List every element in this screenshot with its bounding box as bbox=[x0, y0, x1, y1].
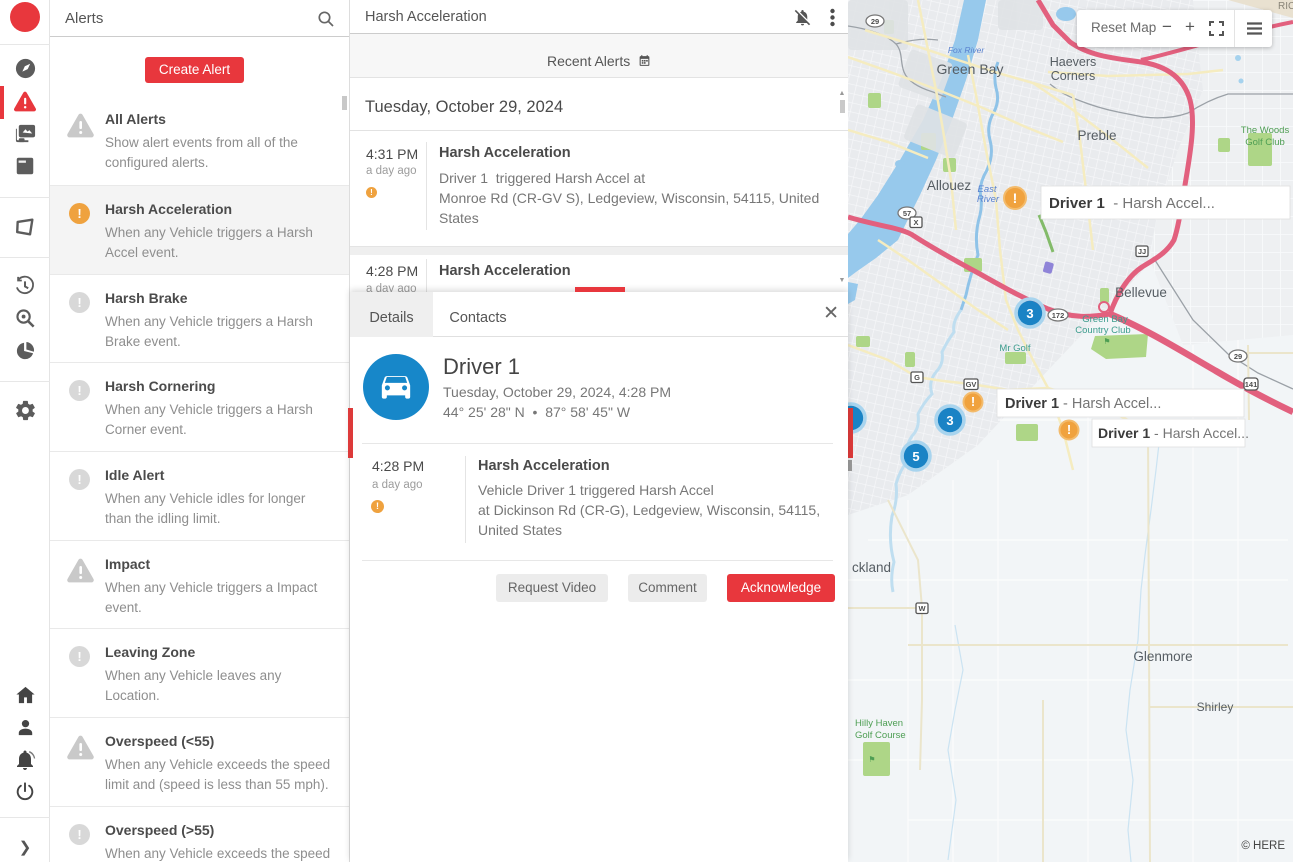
svg-text:Driver 1 - Harsh Accel...: Driver 1 - Harsh Accel... bbox=[1005, 396, 1161, 412]
svg-text:© HERE: © HERE bbox=[1241, 840, 1285, 852]
svg-text:ckland: ckland bbox=[852, 560, 891, 575]
svg-text:River: River bbox=[977, 194, 1000, 205]
svg-text:Preble: Preble bbox=[1077, 128, 1116, 143]
svg-text:57: 57 bbox=[903, 209, 911, 218]
svg-text:!: ! bbox=[1067, 422, 1071, 437]
svg-text:Bellevue: Bellevue bbox=[1115, 285, 1167, 300]
svg-text:⚑: ⚑ bbox=[1103, 337, 1110, 346]
svg-text:Allouez: Allouez bbox=[927, 178, 972, 193]
svg-text:The Woods: The Woods bbox=[1241, 125, 1290, 136]
svg-text:Fox River: Fox River bbox=[948, 45, 986, 55]
svg-text:!: ! bbox=[1013, 190, 1018, 206]
svg-text:Driver 1 - Harsh Accel...: Driver 1 - Harsh Accel... bbox=[1098, 425, 1249, 441]
svg-text:Corners: Corners bbox=[1051, 69, 1095, 83]
svg-text:Country Club: Country Club bbox=[1075, 325, 1130, 336]
svg-text:Shirley: Shirley bbox=[1197, 700, 1234, 714]
svg-text:!: ! bbox=[971, 394, 975, 409]
svg-text:Mr Golf: Mr Golf bbox=[999, 343, 1031, 354]
svg-text:JJ: JJ bbox=[1138, 247, 1146, 256]
svg-text:141: 141 bbox=[1245, 380, 1258, 389]
svg-text:Green Bay: Green Bay bbox=[937, 61, 1004, 77]
svg-text:X: X bbox=[913, 218, 918, 227]
svg-text:RIC: RIC bbox=[1278, 1, 1293, 12]
svg-text:Haevers: Haevers bbox=[1050, 55, 1097, 69]
svg-text:3: 3 bbox=[946, 413, 953, 428]
svg-text:G: G bbox=[914, 373, 920, 382]
svg-text:Green Bay: Green Bay bbox=[1082, 314, 1128, 325]
svg-text:GV: GV bbox=[966, 380, 977, 389]
svg-text:Golf Club: Golf Club bbox=[1245, 137, 1285, 148]
svg-text:Golf Course: Golf Course bbox=[855, 730, 906, 741]
svg-text:Hilly Haven: Hilly Haven bbox=[855, 718, 903, 729]
svg-text:5: 5 bbox=[912, 449, 919, 464]
svg-text:W: W bbox=[918, 604, 926, 613]
svg-text:3: 3 bbox=[1026, 306, 1033, 321]
svg-text:Glenmore: Glenmore bbox=[1133, 649, 1192, 664]
svg-text:29: 29 bbox=[871, 17, 879, 26]
svg-text:29: 29 bbox=[1234, 352, 1242, 361]
svg-text:⚑: ⚑ bbox=[868, 755, 875, 764]
svg-text:Driver 1 - Harsh Accel...: Driver 1 - Harsh Accel... bbox=[1049, 195, 1215, 212]
svg-text:172: 172 bbox=[1052, 311, 1065, 320]
